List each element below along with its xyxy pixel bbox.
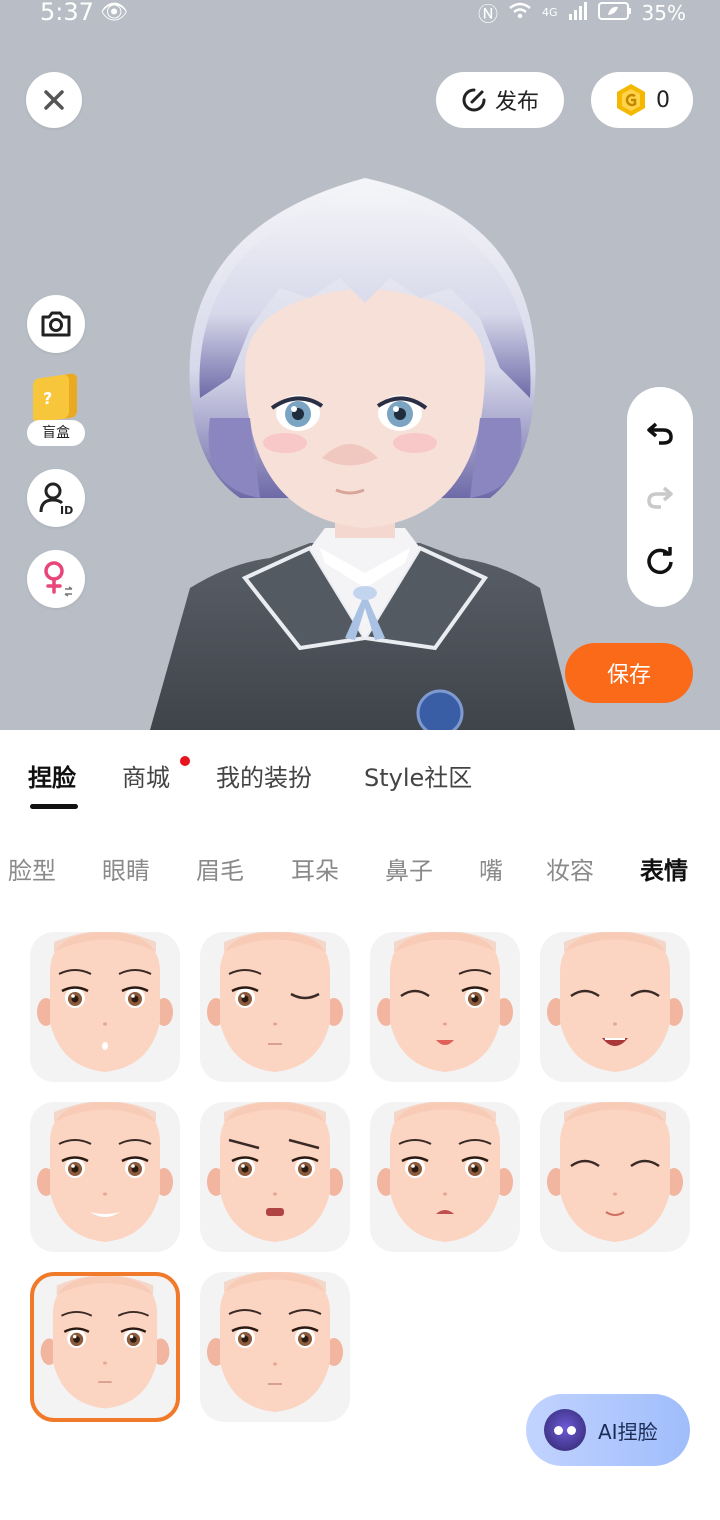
publish-icon	[462, 88, 486, 112]
main-tabs: 捏脸 商城 我的装扮 Style社区	[0, 750, 720, 820]
history-controls	[627, 387, 693, 607]
face-part-tabs: 脸型 眼睛 眉毛 耳朵 鼻子 嘴 妆容 表情	[0, 845, 720, 889]
svg-text:ID: ID	[60, 504, 73, 516]
redo-button[interactable]	[627, 477, 693, 517]
ai-robot-icon	[544, 1409, 586, 1451]
expression-option-worried-grin[interactable]	[30, 1102, 180, 1252]
close-button[interactable]	[26, 72, 82, 128]
subtab-ears[interactable]: 耳朵	[291, 851, 339, 886]
tab-face[interactable]: 捏脸	[28, 758, 76, 793]
camera-icon	[41, 311, 71, 337]
expression-option-laugh[interactable]	[540, 932, 690, 1082]
face-preview-image	[207, 1272, 343, 1412]
publish-button[interactable]: 发布	[436, 72, 564, 128]
redo-icon	[647, 486, 673, 509]
face-preview-image	[547, 932, 683, 1072]
subtab-face-shape[interactable]: 脸型	[8, 851, 56, 886]
avatar-preview[interactable]	[150, 168, 580, 730]
ai-face-button[interactable]: AI捏脸	[526, 1394, 690, 1466]
face-preview-image	[37, 1102, 173, 1242]
expression-option-neutral-smile[interactable]	[30, 932, 180, 1082]
expression-option-calm[interactable]	[200, 1272, 350, 1422]
face-preview-image	[37, 932, 173, 1072]
store-badge	[180, 756, 190, 766]
expression-option-wink[interactable]	[200, 932, 350, 1082]
face-preview-image	[547, 1102, 683, 1242]
subtab-makeup[interactable]: 妆容	[546, 851, 594, 886]
face-preview-image	[377, 1102, 513, 1242]
subtab-expression[interactable]: 表情	[640, 851, 688, 886]
tab-underline	[30, 804, 78, 809]
camera-button[interactable]	[27, 295, 85, 353]
subtab-mouth[interactable]: 嘴	[479, 851, 503, 886]
face-preview-image	[377, 932, 513, 1072]
nfc-icon: Ⓝ	[478, 2, 499, 26]
blind-box-icon: ?	[33, 372, 77, 424]
expression-option-default[interactable]	[30, 1272, 180, 1422]
undo-button[interactable]	[627, 413, 693, 453]
coin-count: 0	[656, 87, 670, 113]
tab-style-community[interactable]: Style社区	[364, 758, 472, 793]
expression-option-angry[interactable]	[200, 1102, 350, 1252]
face-preview-image	[207, 932, 343, 1072]
subtab-eyebrows[interactable]: 眉毛	[196, 851, 244, 886]
subtab-eyes[interactable]: 眼睛	[102, 851, 150, 886]
status-bar: 5:37 👁 Ⓝ 4G 35%	[0, 0, 720, 30]
reset-icon	[647, 547, 673, 575]
undo-icon	[647, 422, 673, 445]
save-button[interactable]: 保存	[565, 643, 693, 703]
status-right: Ⓝ 4G 35%	[478, 0, 686, 27]
female-icon	[44, 561, 73, 597]
gender-switch-button[interactable]	[27, 550, 85, 608]
network-label: 4G	[542, 6, 558, 19]
expression-option-sad[interactable]	[370, 1102, 520, 1252]
tab-my-outfits[interactable]: 我的装扮	[216, 758, 312, 793]
avatar-id-button[interactable]: ID	[27, 469, 85, 527]
coin-balance-button[interactable]: 0	[591, 72, 693, 128]
user-id-icon: ID	[39, 482, 73, 516]
blind-box-button[interactable]: ? 盲盒	[27, 372, 87, 446]
avatar-stage: 5:37 👁 Ⓝ 4G 35% 发布 0 ? 盲盒 ID 保存	[0, 0, 720, 730]
subtab-nose[interactable]: 鼻子	[385, 851, 433, 886]
expression-option-content[interactable]	[540, 1102, 690, 1252]
publish-label: 发布	[494, 90, 539, 115]
coin-icon	[617, 84, 645, 116]
battery-icon	[597, 1, 632, 25]
battery-level: 35%	[641, 0, 686, 25]
status-time: 5:37	[40, 0, 94, 26]
close-icon	[44, 90, 64, 110]
ai-face-label: AI捏脸	[598, 1419, 658, 1444]
expression-option-happy-tongue[interactable]	[370, 932, 520, 1082]
eye-icon: 👁	[100, 0, 128, 25]
wifi-icon	[508, 1, 532, 25]
reset-button[interactable]	[627, 541, 693, 581]
face-preview-image	[40, 1276, 170, 1409]
blind-box-label: 盲盒	[27, 420, 85, 446]
signal-icon	[568, 1, 588, 25]
tab-store[interactable]: 商城	[122, 758, 170, 793]
face-preview-image	[207, 1102, 343, 1242]
